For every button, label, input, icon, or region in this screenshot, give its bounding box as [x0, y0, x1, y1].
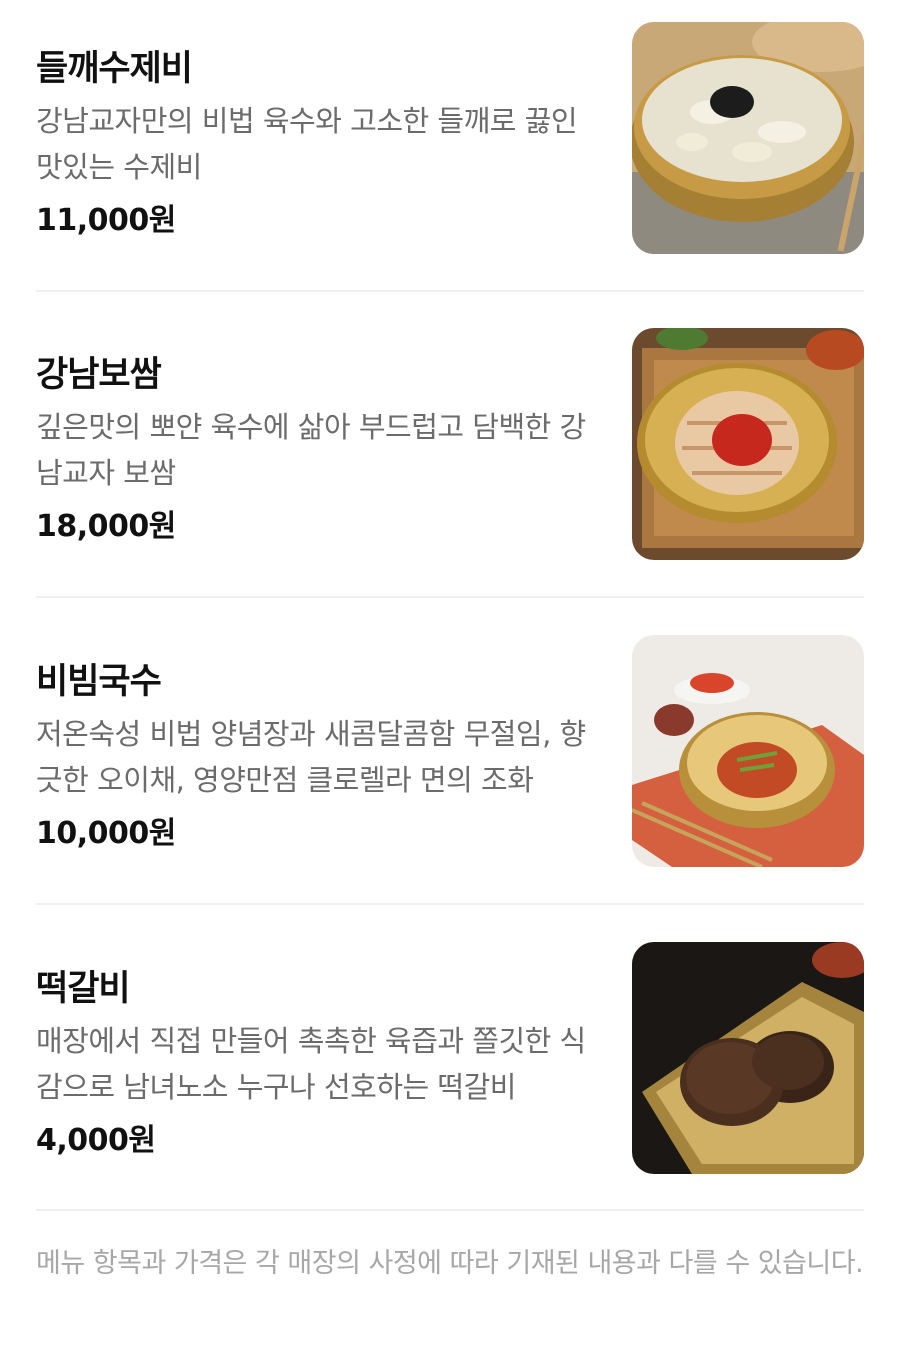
menu-item-description: 매장에서 직접 만들어 촉촉한 육즙과 쫄깃한 식감으로 남녀노소 누구나 선호… [36, 1024, 586, 1104]
menu-item-price: 10,000원 [36, 816, 176, 851]
menu-item-bibim-guksu[interactable]: 비빔국수 저온숙성 비법 양념장과 새콤달콤함 무절임, 향긋한 오이채, 영양… [36, 635, 864, 869]
divider [36, 903, 864, 905]
menu-item-name: 강남보쌈 [36, 355, 162, 395]
menu-item-price: 18,000원 [36, 509, 176, 544]
bossam-photo[interactable] [632, 328, 864, 560]
menu-notice: 메뉴 항목과 가격은 각 매장의 사정에 따라 기재된 내용과 다를 수 있습니… [36, 1248, 864, 1279]
divider [36, 290, 864, 292]
bibim-guksu-photo[interactable] [632, 635, 864, 867]
divider [36, 1209, 864, 1211]
tteokgalbi-photo[interactable] [632, 942, 864, 1174]
menu-item-bossam[interactable]: 강남보쌈 깊은맛의 뽀얀 육수에 삶아 부드럽고 담백한 강남교자 보쌈 18,… [36, 328, 864, 562]
perilla-sujebi-photo[interactable] [632, 22, 864, 254]
menu-item-perilla-sujebi[interactable]: 들깨수제비 강남교자만의 비법 육수와 고소한 들깨로 끓인 맛있는 수제비 1… [36, 22, 864, 256]
menu-item-name: 떡갈비 [36, 969, 131, 1009]
menu-item-description: 깊은맛의 뽀얀 육수에 삶아 부드럽고 담백한 강남교자 보쌈 [36, 410, 586, 490]
menu-item-name: 비빔국수 [36, 662, 162, 702]
menu-item-description: 저온숙성 비법 양념장과 새콤달콤함 무절임, 향긋한 오이채, 영양만점 클로… [36, 717, 586, 797]
menu-item-name: 들깨수제비 [36, 49, 193, 89]
menu-item-price: 4,000원 [36, 1123, 156, 1158]
menu-item-price: 11,000원 [36, 203, 176, 238]
menu-item-tteokgalbi[interactable]: 떡갈비 매장에서 직접 만들어 촉촉한 육즙과 쫄깃한 식감으로 남녀노소 누구… [36, 942, 864, 1176]
menu-item-description: 강남교자만의 비법 육수와 고소한 들깨로 끓인 맛있는 수제비 [36, 104, 578, 184]
divider [36, 596, 864, 598]
